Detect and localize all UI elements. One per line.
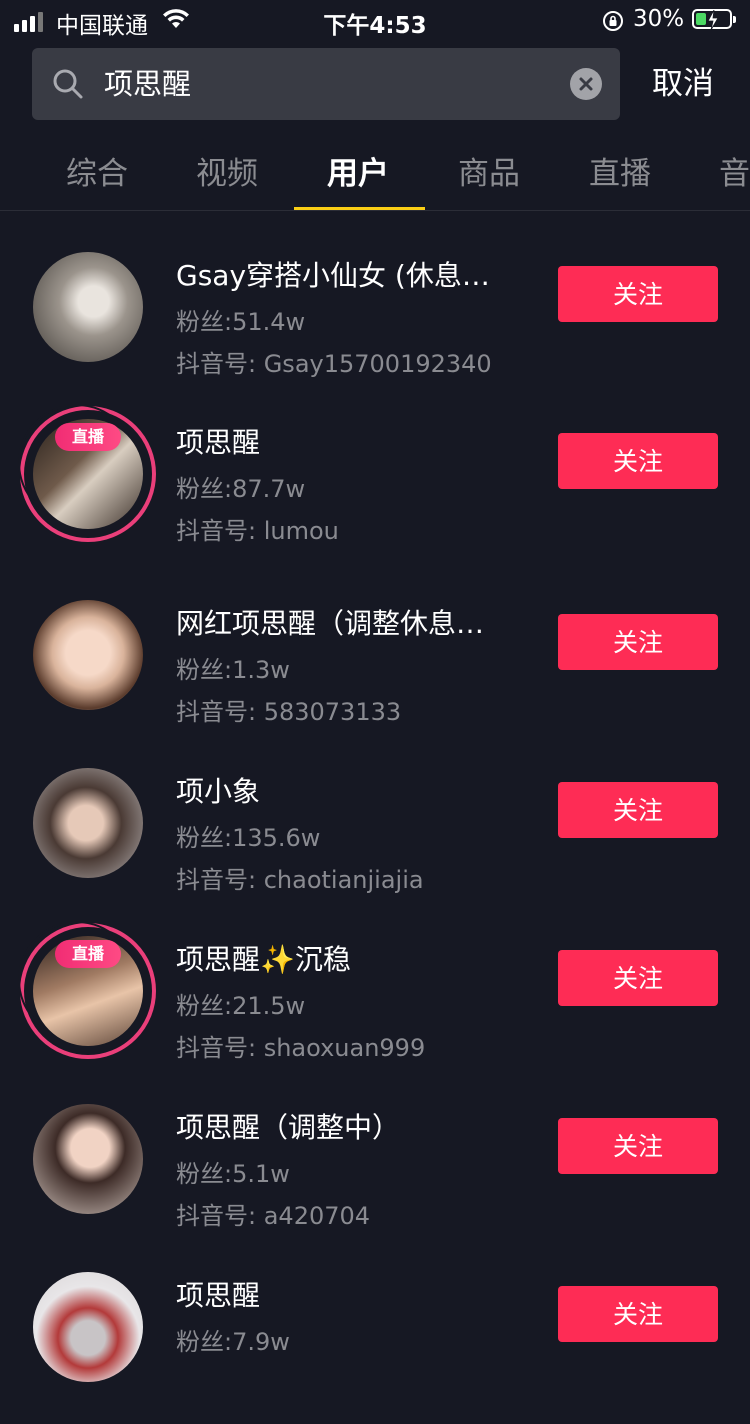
avatar[interactable] xyxy=(33,1104,143,1214)
douyin-id: 抖音号: lumou xyxy=(176,517,339,545)
follower-count: 粉丝:5.1w xyxy=(176,1160,290,1188)
follower-count: 粉丝:51.4w xyxy=(176,308,306,336)
douyin-id: 抖音号: Gsay15700192340 xyxy=(176,350,492,378)
user-row[interactable]: 直播 项思醒✨沉稳 粉丝:21.5w 抖音号: shaoxuan999 关注 xyxy=(0,918,750,1088)
follow-button[interactable]: 关注 xyxy=(558,266,718,322)
douyin-id: 抖音号: a420704 xyxy=(176,1202,371,1230)
user-row[interactable]: 项思醒（调整中） 粉丝:5.1w 抖音号: a420704 关注 xyxy=(0,1086,750,1256)
tab-products[interactable]: 商品 xyxy=(458,148,520,193)
avatar[interactable] xyxy=(33,768,143,878)
orientation-lock-icon xyxy=(601,9,625,37)
live-badge: 直播 xyxy=(55,940,121,968)
tab-music[interactable]: 音 xyxy=(719,148,750,193)
user-row[interactable]: 网红项思醒（调整休息… 粉丝:1.3w 抖音号: 583073133 关注 xyxy=(0,582,750,752)
search-query: 项思醒 xyxy=(104,67,192,101)
user-row[interactable]: 直播 项思醒 粉丝:87.7w 抖音号: lumou 关注 xyxy=(0,401,750,571)
avatar[interactable] xyxy=(33,600,143,710)
user-row[interactable]: 项思醒 粉丝:7.9w 关注 xyxy=(0,1254,750,1424)
tab-users[interactable]: 用户 xyxy=(327,148,389,193)
douyin-id: 抖音号: 583073133 xyxy=(176,698,402,726)
live-badge: 直播 xyxy=(55,423,121,451)
user-name: 项小象 xyxy=(176,775,261,808)
follower-count: 粉丝:87.7w xyxy=(176,475,306,503)
user-name: 项思醒 xyxy=(176,1279,261,1312)
tab-bar: 综合 视频 用户 商品 直播 音 xyxy=(0,140,750,211)
search-icon xyxy=(52,68,84,104)
user-name: 网红项思醒（调整休息… xyxy=(176,607,485,640)
battery-fill xyxy=(696,13,706,25)
tab-videos[interactable]: 视频 xyxy=(196,148,258,193)
user-name: 项思醒✨沉稳 xyxy=(176,943,351,976)
clear-icon[interactable] xyxy=(570,68,602,100)
tab-live[interactable]: 直播 xyxy=(589,148,651,193)
follower-count: 粉丝:7.9w xyxy=(176,1328,290,1356)
user-name: 项思醒 xyxy=(176,426,261,459)
follower-count: 粉丝:21.5w xyxy=(176,992,306,1020)
follow-button[interactable]: 关注 xyxy=(558,950,718,1006)
follow-button[interactable]: 关注 xyxy=(558,433,718,489)
follow-button[interactable]: 关注 xyxy=(558,782,718,838)
tab-all[interactable]: 综合 xyxy=(66,148,128,193)
user-row[interactable]: 项小象 粉丝:135.6w 抖音号: chaotianjiajia 关注 xyxy=(0,750,750,920)
avatar[interactable] xyxy=(33,252,143,362)
douyin-id: 抖音号: chaotianjiajia xyxy=(176,866,424,894)
follow-button[interactable]: 关注 xyxy=(558,1118,718,1174)
follower-count: 粉丝:135.6w xyxy=(176,824,321,852)
avatar[interactable] xyxy=(33,1272,143,1382)
user-name: Gsay穿搭小仙女 (休息… xyxy=(176,259,490,292)
search-input[interactable]: 项思醒 xyxy=(32,48,620,120)
douyin-id: 抖音号: shaoxuan999 xyxy=(176,1034,426,1062)
follow-button[interactable]: 关注 xyxy=(558,614,718,670)
cancel-button[interactable]: 取消 xyxy=(652,48,714,120)
status-bar: 中国联通 下午4:53 30% xyxy=(0,0,750,42)
user-row[interactable]: Gsay穿搭小仙女 (休息… 粉丝:51.4w 抖音号: Gsay1570019… xyxy=(0,234,750,404)
follower-count: 粉丝:1.3w xyxy=(176,656,290,684)
user-name: 项思醒（调整中） xyxy=(176,1111,401,1144)
battery-percent: 30% xyxy=(633,6,685,32)
battery-icon xyxy=(692,9,736,30)
active-tab-indicator xyxy=(294,207,425,210)
